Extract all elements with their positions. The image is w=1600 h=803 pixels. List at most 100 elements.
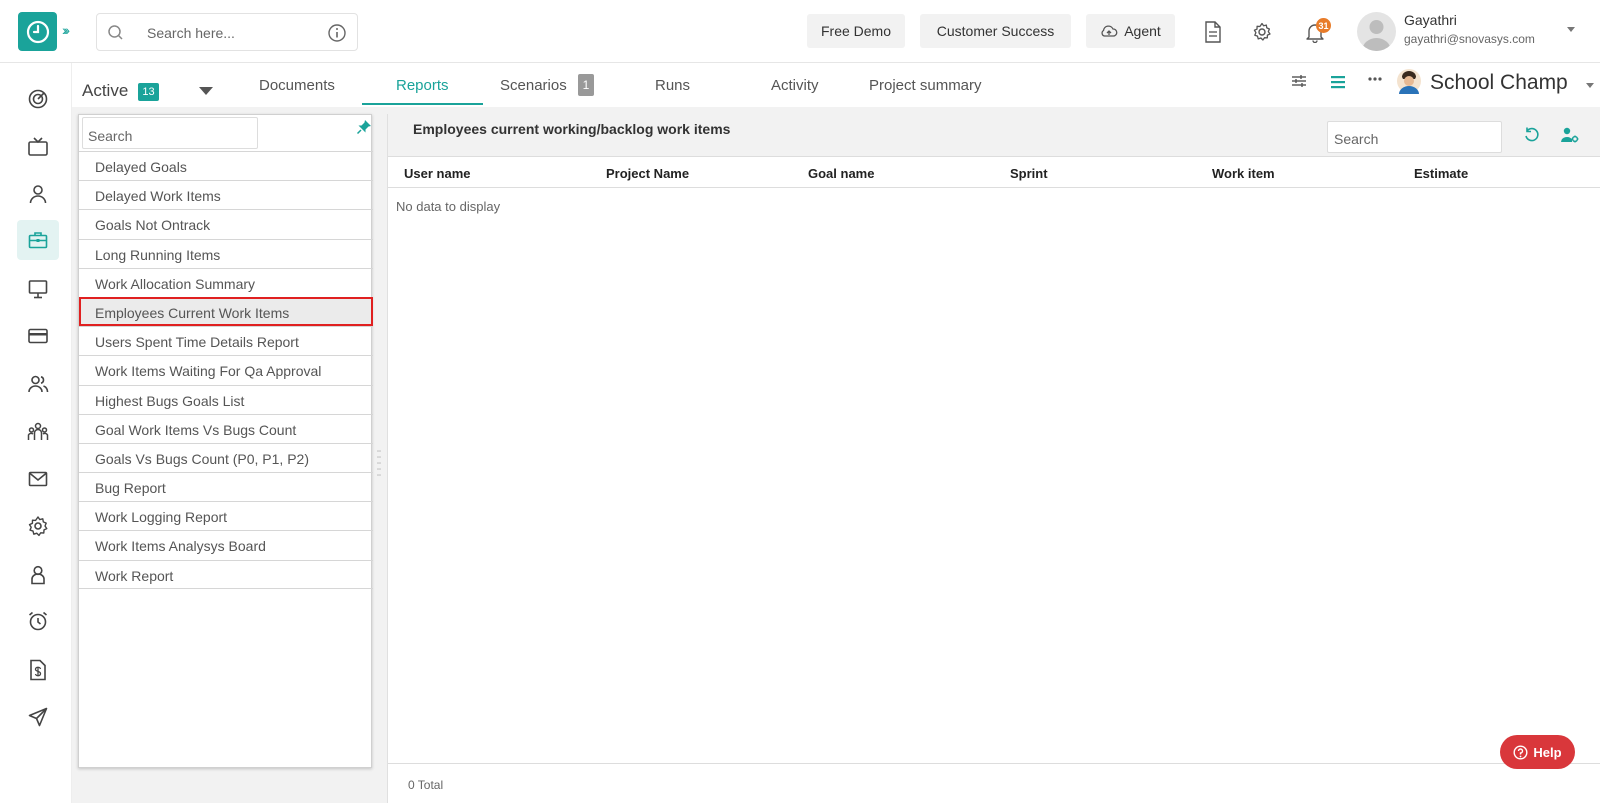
monitor-icon	[28, 280, 48, 299]
report-item-bug-report[interactable]: Bug Report	[79, 472, 373, 501]
nav-projects[interactable]	[17, 220, 59, 260]
app-logo[interactable]	[18, 12, 57, 51]
report-item-waiting-qa-approval[interactable]: Work Items Waiting For Qa Approval	[79, 355, 373, 384]
filter-sliders-icon[interactable]	[1290, 73, 1308, 89]
nav-tv[interactable]	[17, 127, 59, 167]
selected-tab-indicator	[362, 103, 483, 105]
scenarios-count-badge: 1	[578, 74, 594, 96]
empty-table-message: No data to display	[396, 199, 501, 214]
nav-person-badge[interactable]	[17, 555, 59, 595]
report-item-work-logging-report[interactable]: Work Logging Report	[79, 501, 373, 530]
document-icon[interactable]	[1203, 21, 1223, 43]
report-item-delayed-work-items[interactable]: Delayed Work Items	[79, 180, 373, 209]
table-header: User name Project Name Goal name Sprint …	[388, 156, 1600, 188]
tab-runs[interactable]: Runs	[655, 77, 690, 107]
report-item-work-items-analysys-board[interactable]: Work Items Analysys Board	[79, 530, 373, 559]
global-search[interactable]: Search here...	[96, 13, 358, 51]
column-header-project-name[interactable]: Project Name	[606, 166, 689, 181]
tab-activity[interactable]: Activity	[771, 77, 819, 107]
tab-project-summary[interactable]: Project summary	[869, 77, 982, 107]
list-view-icon[interactable]	[1329, 74, 1347, 90]
settings-gear-icon[interactable]	[1252, 22, 1272, 42]
more-options-icon[interactable]	[1367, 76, 1383, 82]
person-badge-icon	[31, 565, 45, 585]
report-search-input[interactable]: Search	[1327, 121, 1502, 153]
pin-icon[interactable]	[356, 119, 372, 135]
users-icon	[28, 375, 49, 393]
nav-send[interactable]	[17, 697, 59, 737]
report-item-work-allocation-summary[interactable]: Work Allocation Summary	[79, 267, 373, 297]
table-footer: 0 Total	[388, 763, 1600, 803]
info-icon[interactable]	[327, 23, 347, 43]
left-nav	[0, 63, 72, 803]
send-icon	[28, 707, 48, 727]
report-item-goals-vs-bugs-count[interactable]: Goals Vs Bugs Count (P0, P1, P2)	[79, 442, 373, 472]
search-input[interactable]: Search here...	[147, 25, 235, 41]
column-header-user-name[interactable]: User name	[404, 166, 470, 181]
report-item-highest-bugs-goals[interactable]: Highest Bugs Goals List	[79, 384, 373, 414]
report-item-long-running-items[interactable]: Long Running Items	[79, 238, 373, 268]
card-icon	[28, 328, 48, 344]
report-item-work-report[interactable]: Work Report	[79, 559, 373, 589]
search-icon	[108, 25, 123, 40]
settings-icon	[28, 516, 48, 537]
team-icon	[27, 422, 49, 440]
total-count: 0 Total	[408, 778, 444, 792]
user-settings-icon[interactable]	[1560, 126, 1580, 144]
refresh-icon[interactable]	[1523, 126, 1541, 144]
help-button[interactable]: Help	[1500, 735, 1575, 769]
mail-icon	[28, 471, 48, 487]
nav-monitor[interactable]	[17, 269, 59, 309]
nav-invoice[interactable]	[17, 650, 59, 690]
nav-profile[interactable]	[17, 174, 59, 214]
dashboard-icon	[28, 89, 48, 109]
invoice-icon	[30, 659, 46, 681]
nav-mail[interactable]	[17, 459, 59, 499]
panel-resize-handle[interactable]	[377, 448, 381, 482]
report-item-delayed-goals[interactable]: Delayed Goals	[79, 151, 373, 180]
nav-settings[interactable]	[17, 506, 59, 546]
user-email: gayathri@snovasys.com	[1404, 32, 1535, 46]
column-header-estimate[interactable]: Estimate	[1414, 166, 1468, 181]
briefcase-icon	[28, 232, 48, 249]
report-item-employees-current-work-items[interactable]: Employees Current Work Items	[79, 296, 373, 327]
free-demo-button[interactable]: Free Demo	[807, 14, 905, 48]
nav-dashboard[interactable]	[17, 79, 59, 119]
report-item-users-spent-time[interactable]: Users Spent Time Details Report	[79, 326, 373, 355]
project-dropdown-icon[interactable]	[1586, 83, 1594, 88]
user-icon	[29, 185, 47, 204]
project-name[interactable]: School Champ	[1430, 71, 1568, 95]
column-header-sprint[interactable]: Sprint	[1010, 166, 1048, 181]
tab-documents[interactable]: Documents	[259, 77, 335, 107]
top-header: ››› Search here... Free Demo Customer Su…	[0, 0, 1600, 63]
clock-logo-icon	[26, 20, 49, 43]
user-menu-caret-icon[interactable]	[1567, 27, 1575, 32]
active-filter-label[interactable]: Active	[82, 81, 128, 101]
notification-count-badge: 31	[1316, 18, 1331, 33]
tab-scenarios[interactable]: Scenarios	[500, 77, 567, 107]
help-label: Help	[1533, 744, 1562, 760]
project-avatar-icon	[1397, 69, 1421, 94]
nav-team[interactable]	[17, 412, 59, 452]
user-placeholder-icon	[1362, 20, 1391, 51]
nav-payments[interactable]	[17, 316, 59, 356]
reports-search-input[interactable]: Search	[82, 117, 258, 149]
nav-users[interactable]	[17, 364, 59, 404]
column-header-goal-name[interactable]: Goal name	[808, 166, 874, 181]
customer-success-button[interactable]: Customer Success	[920, 14, 1071, 48]
reports-list-panel: Search Delayed Goals Delayed Work Items …	[78, 114, 373, 768]
report-item-goals-not-ontrack[interactable]: Goals Not Ontrack	[79, 209, 373, 238]
report-title: Employees current working/backlog work i…	[413, 121, 731, 137]
nav-alarm[interactable]	[17, 601, 59, 641]
agent-button[interactable]: Agent	[1086, 14, 1175, 48]
agent-button-label: Agent	[1124, 23, 1161, 39]
active-count-badge: 13	[138, 83, 159, 101]
user-avatar[interactable]	[1357, 12, 1396, 51]
active-dropdown-icon[interactable]	[199, 87, 213, 95]
report-header: Employees current working/backlog work i…	[388, 114, 1600, 156]
report-item-goal-work-items-vs-bugs[interactable]: Goal Work Items Vs Bugs Count	[79, 413, 373, 443]
report-view: Employees current working/backlog work i…	[387, 114, 1600, 803]
expand-sidebar-icon[interactable]: ›››	[62, 22, 70, 38]
column-header-work-item[interactable]: Work item	[1212, 166, 1275, 181]
help-circle-icon	[1513, 744, 1528, 760]
